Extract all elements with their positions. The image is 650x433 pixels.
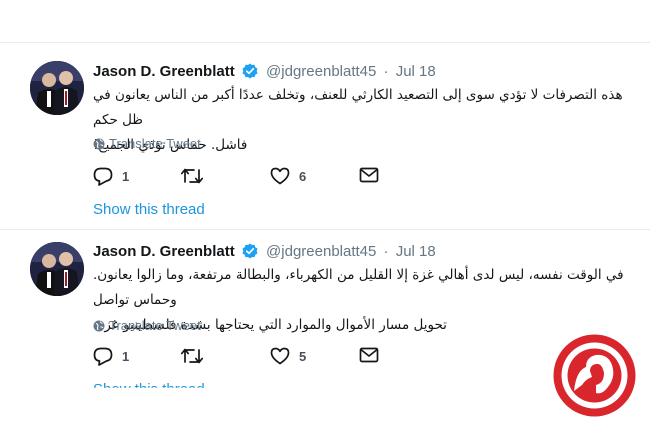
- tweet-header: Jason D. Greenblatt @jdgreenblatt45 · Ju…: [93, 242, 436, 265]
- news-logo-icon: [553, 334, 636, 417]
- retweet-icon: [181, 348, 203, 364]
- like-button[interactable]: 6: [270, 167, 306, 185]
- separator-dot: ·: [383, 243, 389, 260]
- envelope-icon: [359, 167, 379, 183]
- tweet-actions: 1 6: [93, 167, 393, 189]
- retweet-icon: [181, 168, 203, 184]
- tweet-text-line: في الوقت نفسه، ليس لدى أهالي غزة إلا الق…: [93, 267, 624, 308]
- author-name[interactable]: Jason D. Greenblatt: [93, 243, 235, 260]
- tweet-date[interactable]: Jul 18: [396, 63, 436, 80]
- author-handle[interactable]: @jdgreenblatt45: [266, 63, 376, 80]
- tweet-actions: 1 5: [93, 347, 393, 369]
- reply-icon: [93, 347, 113, 366]
- translate-label: Translate Tweet: [109, 136, 201, 151]
- translate-tweet-link[interactable]: Translate Tweet: [93, 136, 201, 151]
- show-thread-link[interactable]: Show this thread: [93, 201, 205, 218]
- envelope-icon: [359, 347, 379, 363]
- like-button[interactable]: 5: [270, 347, 306, 365]
- verified-badge-icon: [242, 243, 258, 265]
- reply-button[interactable]: 1: [93, 167, 129, 186]
- translate-tweet-link[interactable]: Translate Tweet: [93, 318, 201, 333]
- tweet-text-line: هذه التصرفات لا تؤدي سوى إلى التصعيد الك…: [93, 87, 623, 128]
- direct-message-button[interactable]: [359, 167, 379, 183]
- retweet-button[interactable]: [181, 347, 212, 365]
- reply-icon: [93, 167, 113, 186]
- tweet-1[interactable]: Jason D. Greenblatt @jdgreenblatt45 · Ju…: [0, 43, 650, 229]
- heart-icon: [270, 167, 290, 185]
- globe-icon: [93, 320, 105, 332]
- verified-badge-icon: [242, 63, 258, 85]
- avatar[interactable]: [30, 61, 84, 115]
- direct-message-button[interactable]: [359, 347, 379, 363]
- reply-button[interactable]: 1: [93, 347, 129, 366]
- reply-count: 1: [122, 169, 130, 184]
- show-thread-link[interactable]: Show this thread: [93, 381, 205, 388]
- separator-dot: ·: [383, 63, 389, 80]
- like-count: 5: [299, 348, 307, 364]
- retweet-button[interactable]: [181, 167, 212, 185]
- tweet-date[interactable]: Jul 18: [396, 243, 436, 260]
- reply-count: 1: [122, 349, 130, 364]
- heart-icon: [270, 347, 290, 365]
- author-handle[interactable]: @jdgreenblatt45: [266, 243, 376, 260]
- author-name[interactable]: Jason D. Greenblatt: [93, 63, 235, 80]
- translate-label: Translate Tweet: [109, 318, 201, 333]
- globe-icon: [93, 138, 105, 150]
- tweet-header: Jason D. Greenblatt @jdgreenblatt45 · Ju…: [93, 62, 436, 85]
- avatar[interactable]: [30, 242, 84, 296]
- like-count: 6: [299, 168, 307, 184]
